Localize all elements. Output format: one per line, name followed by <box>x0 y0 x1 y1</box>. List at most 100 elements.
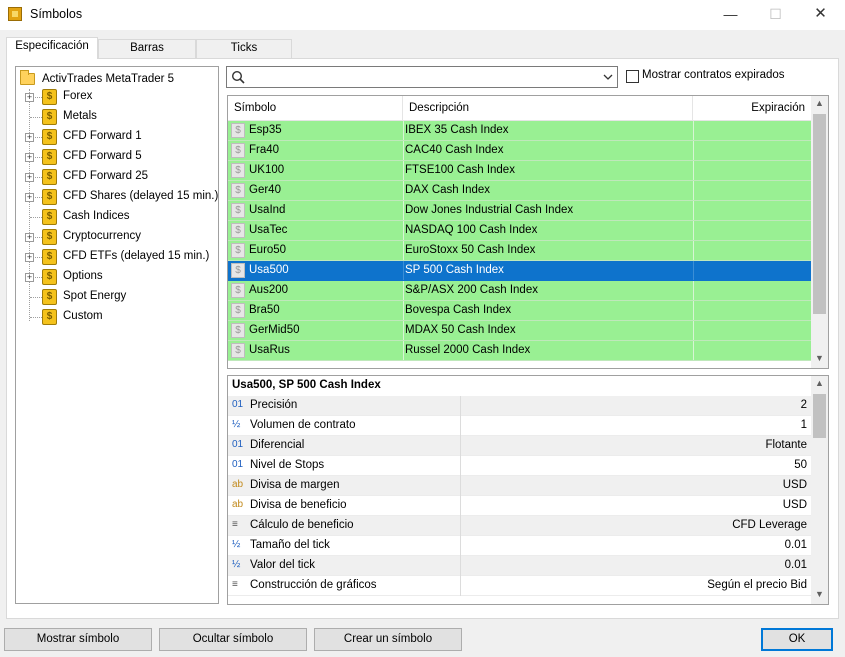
table-row[interactable]: $ UK100 FTSE100 Cash Index <box>228 161 811 181</box>
tree-item[interactable]: $ Cash Indices <box>16 207 218 227</box>
symbol-group-icon: $ <box>42 289 57 305</box>
property-row[interactable]: ½ Volumen de contrato 1 <box>228 416 811 436</box>
column-divider <box>460 456 461 476</box>
tree-connector <box>30 117 42 118</box>
property-value: 1 <box>800 419 807 431</box>
app-icon <box>8 7 22 21</box>
property-value: 0.01 <box>784 539 807 551</box>
tree-item[interactable]: + $ Forex <box>16 87 218 107</box>
symbol-group-icon: $ <box>42 309 57 325</box>
symbol-group-icon: $ <box>42 169 57 185</box>
description-cell: DAX Cash Index <box>405 184 491 196</box>
expand-icon[interactable]: + <box>25 153 34 162</box>
dollar-icon: $ <box>231 263 245 278</box>
number-icon: 01 <box>232 439 244 450</box>
expand-icon[interactable]: + <box>25 93 34 102</box>
hide-symbol-button[interactable]: Ocultar símbolo <box>159 628 307 651</box>
fraction-icon: ½ <box>232 539 241 550</box>
dollar-icon: $ <box>231 163 245 178</box>
expand-icon[interactable]: + <box>25 193 34 202</box>
expand-icon[interactable]: + <box>25 233 34 242</box>
column-divider <box>693 321 694 340</box>
scroll-up-icon[interactable]: ▲ <box>811 376 828 393</box>
create-symbol-button[interactable]: Crear un símbolo <box>314 628 462 651</box>
tree-item[interactable]: + $ Cryptocurrency <box>16 227 218 247</box>
table-row[interactable]: $ UsaInd Dow Jones Industrial Cash Index <box>228 201 811 221</box>
property-value: 50 <box>794 459 807 471</box>
column-divider <box>460 516 461 536</box>
tree-item[interactable]: + $ CFD Shares (delayed 15 min.) <box>16 187 218 207</box>
column-divider <box>460 436 461 456</box>
details-scrollbar[interactable]: ▲ ▼ <box>811 376 828 604</box>
table-scrollbar[interactable]: ▲ ▼ <box>811 96 828 368</box>
close-button[interactable]: ✕ <box>798 0 843 30</box>
column-header-symbol[interactable]: Símbolo <box>228 96 403 121</box>
table-row[interactable]: $ Ger40 DAX Cash Index <box>228 181 811 201</box>
property-row[interactable]: ½ Valor del tick 0.01 <box>228 556 811 576</box>
scroll-up-icon[interactable]: ▲ <box>811 96 828 113</box>
ok-button[interactable]: OK <box>761 628 833 651</box>
property-row[interactable]: ab Divisa de beneficio USD <box>228 496 811 516</box>
tree-item[interactable]: + $ CFD Forward 1 <box>16 127 218 147</box>
tree-item[interactable]: + $ CFD ETFs (delayed 15 min.) <box>16 247 218 267</box>
expand-icon[interactable]: + <box>25 133 34 142</box>
tab-ticks[interactable]: Ticks <box>196 39 292 58</box>
scroll-down-icon[interactable]: ▼ <box>811 351 828 368</box>
property-row[interactable]: 01 Precisión 2 <box>228 396 811 416</box>
tree-item[interactable]: + $ CFD Forward 5 <box>16 147 218 167</box>
property-row[interactable]: ab Divisa de margen USD <box>228 476 811 496</box>
table-row[interactable]: $ UsaTec NASDAQ 100 Cash Index <box>228 221 811 241</box>
tree-item[interactable]: $ Spot Energy <box>16 287 218 307</box>
window-title: Símbolos <box>30 7 83 21</box>
search-input[interactable] <box>226 66 618 88</box>
property-row[interactable]: ≡ Cálculo de beneficio CFD Leverage <box>228 516 811 536</box>
list-icon: ≡ <box>232 579 238 590</box>
description-cell: S&P/ASX 200 Cash Index <box>405 284 538 296</box>
scroll-thumb[interactable] <box>813 114 826 314</box>
chevron-down-icon[interactable] <box>601 70 615 84</box>
expand-icon[interactable]: + <box>25 253 34 262</box>
description-cell: FTSE100 Cash Index <box>405 164 515 176</box>
expand-icon[interactable]: + <box>25 173 34 182</box>
dollar-icon: $ <box>231 303 245 318</box>
property-row[interactable]: 01 Diferencial Flotante <box>228 436 811 456</box>
tree-item[interactable]: + $ Options <box>16 267 218 287</box>
description-cell: Dow Jones Industrial Cash Index <box>405 204 574 216</box>
column-divider <box>403 241 404 260</box>
symbol-tree[interactable]: ActivTrades MetaTrader 5 + $ Forex $ Metals +… <box>15 66 219 604</box>
minimize-button[interactable]: — <box>708 0 753 30</box>
maximize-button[interactable]: ☐ <box>753 0 798 30</box>
property-row[interactable]: ≡ Construcción de gráficos Según el precio… <box>228 576 811 596</box>
symbol-details-panel: Usa500, SP 500 Cash Index 01 Precisión 2 ½ V… <box>227 375 829 605</box>
column-divider <box>460 576 461 596</box>
scroll-down-icon[interactable]: ▼ <box>811 587 828 604</box>
column-header-expiration[interactable]: Expiración <box>693 96 811 121</box>
tree-item[interactable]: $ Custom <box>16 307 218 327</box>
table-row[interactable]: $ Bra50 Bovespa Cash Index <box>228 301 811 321</box>
tab-barras[interactable]: Barras <box>98 39 196 58</box>
table-row[interactable]: $ Esp35 IBEX 35 Cash Index <box>228 121 811 141</box>
property-label: Cálculo de beneficio <box>250 519 354 531</box>
property-value: 0.01 <box>784 559 807 571</box>
property-value: USD <box>782 499 807 511</box>
table-row[interactable]: $ Euro50 EuroStoxx 50 Cash Index <box>228 241 811 261</box>
show-expired-checkbox[interactable] <box>626 70 639 83</box>
tree-item[interactable]: + $ CFD Forward 25 <box>16 167 218 187</box>
table-row[interactable]: $ Fra40 CAC40 Cash Index <box>228 141 811 161</box>
show-symbol-button[interactable]: Mostrar símbolo <box>4 628 152 651</box>
property-value: 2 <box>800 399 807 411</box>
symbol-group-icon: $ <box>42 229 57 245</box>
fraction-icon: ½ <box>232 419 241 430</box>
property-value: USD <box>782 479 807 491</box>
scroll-thumb[interactable] <box>813 394 826 438</box>
table-row[interactable]: $ Usa500 SP 500 Cash Index <box>228 261 811 281</box>
table-row[interactable]: $ Aus200 S&P/ASX 200 Cash Index <box>228 281 811 301</box>
table-row[interactable]: $ UsaRus Russel 2000 Cash Index <box>228 341 811 361</box>
property-row[interactable]: ½ Tamaño del tick 0.01 <box>228 536 811 556</box>
property-row[interactable]: 01 Nivel de Stops 50 <box>228 456 811 476</box>
expand-icon[interactable]: + <box>25 273 34 282</box>
column-header-description[interactable]: Descripción <box>403 96 693 121</box>
table-row[interactable]: $ GerMid50 MDAX 50 Cash Index <box>228 321 811 341</box>
tab-especificacion[interactable]: Especificación <box>6 37 98 59</box>
tree-item[interactable]: $ Metals <box>16 107 218 127</box>
